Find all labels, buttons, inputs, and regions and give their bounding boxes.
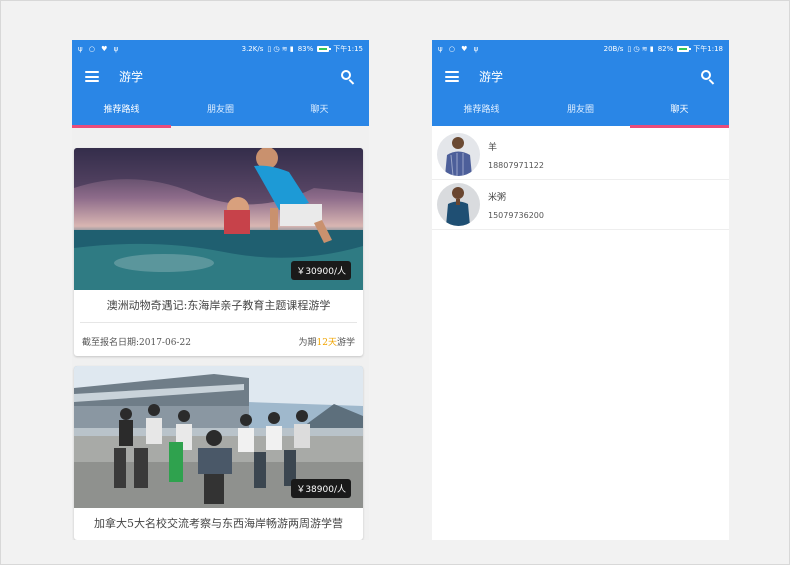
route-duration: 为期12天游学: [298, 338, 355, 348]
tab-chat[interactable]: 聊天: [630, 96, 729, 128]
tab-friends-circle[interactable]: 朋友圈: [531, 96, 630, 126]
tab-recommended-routes[interactable]: 推荐路线: [72, 96, 171, 128]
battery-icon: [317, 45, 332, 52]
network-speed: 20B/s: [603, 44, 624, 53]
tab-friends-circle[interactable]: 朋友圈: [171, 96, 270, 126]
price-badge: ￥38900/人: [291, 479, 351, 498]
app-bar: 游学: [72, 57, 369, 96]
contact-item[interactable]: 羊 18807971122: [432, 130, 729, 180]
tab-bar: 推荐路线 朋友圈 聊天: [72, 96, 369, 128]
route-meta: 截至报名日期:2017-06-22 为期12天游学: [74, 323, 363, 356]
route-title: 澳洲动物奇遇记:东海岸亲子教育主题课程游学: [106, 299, 331, 312]
search-icon[interactable]: [700, 69, 716, 85]
avatar: [437, 133, 480, 176]
status-bar: ψ ○ ♥ ψ 3.2K/s ▯ ◷ ≋ ▮ 83% 下午1:15: [72, 40, 369, 57]
contact-name: 米粥: [488, 192, 507, 203]
signal-icons: ▯ ◷ ≋ ▮: [627, 44, 654, 53]
app-title: 游学: [119, 70, 144, 84]
route-card[interactable]: ￥30900/人 澳洲动物奇遇记:东海岸亲子教育主题课程游学 截至报名日期:20…: [74, 148, 363, 356]
battery-icon: [677, 45, 692, 52]
contact-item[interactable]: 米粥 15079736200: [432, 180, 729, 230]
route-photo: ￥30900/人: [74, 148, 363, 290]
app-title: 游学: [479, 70, 504, 84]
status-time: 下午1:15: [333, 44, 363, 53]
network-speed: 3.2K/s: [241, 44, 264, 53]
avatar: [437, 183, 480, 226]
tab-chat[interactable]: 聊天: [270, 96, 369, 126]
app-bar: 游学: [432, 57, 729, 96]
duration-days: 12天: [316, 338, 337, 348]
signup-deadline: 截至报名日期:2017-06-22: [82, 338, 191, 348]
status-notification-icons: ψ ○ ♥ ψ: [438, 44, 481, 53]
contact-phone: 15079736200: [488, 210, 544, 220]
status-notification-icons: ψ ○ ♥ ψ: [78, 44, 121, 53]
battery-percent: 82%: [657, 44, 674, 53]
phone-screen-chat: ψ ○ ♥ ψ 20B/s ▯ ◷ ≋ ▮ 82% 下午1:18 游学 推荐路线…: [432, 40, 729, 540]
status-time: 下午1:18: [693, 44, 723, 53]
menu-icon[interactable]: [445, 71, 459, 82]
tab-recommended-routes[interactable]: 推荐路线: [432, 96, 531, 126]
search-icon[interactable]: [340, 69, 356, 85]
price-badge: ￥30900/人: [291, 261, 351, 280]
phone-screen-routes: ψ ○ ♥ ψ 3.2K/s ▯ ◷ ≋ ▮ 83% 下午1:15 游学 推荐路…: [72, 40, 369, 540]
route-title: 加拿大5大名校交流考察与东西海岸畅游两周游学营: [94, 517, 343, 530]
route-photo: ￥38900/人: [74, 366, 363, 508]
route-card[interactable]: ￥38900/人 加拿大5大名校交流考察与东西海岸畅游两周游学营: [74, 366, 363, 540]
menu-icon[interactable]: [85, 71, 99, 82]
signal-icons: ▯ ◷ ≋ ▮: [267, 44, 294, 53]
tab-bar: 推荐路线 朋友圈 聊天: [432, 96, 729, 128]
status-bar: ψ ○ ♥ ψ 20B/s ▯ ◷ ≋ ▮ 82% 下午1:18: [432, 40, 729, 57]
contact-name: 羊: [488, 142, 498, 153]
contact-phone: 18807971122: [488, 160, 544, 170]
battery-percent: 83%: [297, 44, 314, 53]
